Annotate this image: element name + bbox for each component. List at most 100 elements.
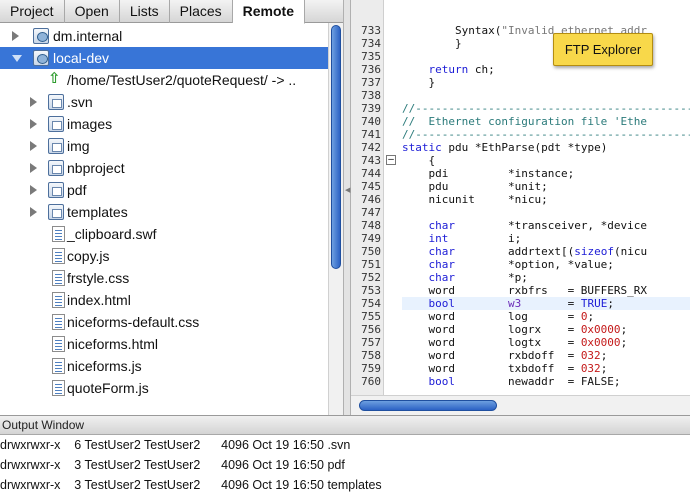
code-line[interactable]: word rxbdoff = 032; bbox=[402, 349, 607, 362]
code-line[interactable]: char *transceiver, *device bbox=[402, 219, 647, 232]
code-line[interactable]: nicunit *nicu; bbox=[402, 193, 547, 206]
code-token: word rxbfrs = BUFFERS_RX bbox=[402, 284, 648, 297]
code-line[interactable]: pdi *instance; bbox=[402, 167, 574, 180]
tree-file-row[interactable]: quoteForm.js bbox=[0, 377, 328, 399]
tree-folder-row[interactable]: pdf bbox=[0, 179, 328, 201]
tree-folder-row[interactable]: templates bbox=[0, 201, 328, 223]
code-token: ; bbox=[607, 297, 614, 310]
disclosure-closed-icon[interactable] bbox=[30, 163, 37, 173]
disclosure-closed-icon[interactable] bbox=[30, 97, 37, 107]
remote-file-tree: dm.internal local-dev ⇧ /home/TestUser2/quo… bbox=[0, 25, 328, 415]
code-line[interactable]: //--------------------------------------… bbox=[402, 128, 690, 141]
code-line[interactable]: char *p; bbox=[402, 271, 527, 284]
code-line[interactable]: word rxbfrs = BUFFERS_RX bbox=[402, 284, 647, 297]
disclosure-closed-icon[interactable] bbox=[30, 185, 37, 195]
tab-lists[interactable]: Lists bbox=[120, 0, 170, 23]
file-icon bbox=[52, 380, 65, 396]
code-line[interactable]: word logrx = 0x0000; bbox=[402, 323, 627, 336]
editor-horizontal-scrollbar[interactable] bbox=[351, 395, 690, 415]
tree-folder-row[interactable]: nbproject bbox=[0, 157, 328, 179]
tree-file-row[interactable]: niceforms.js bbox=[0, 355, 328, 377]
code-token: } bbox=[402, 76, 436, 89]
output-line: drwxrwxr-x 3 TestUser2 TestUser2 4096 Oc… bbox=[0, 478, 382, 492]
tree-file-row[interactable]: copy.js bbox=[0, 245, 328, 267]
disclosure-closed-icon[interactable] bbox=[30, 119, 37, 129]
tree-item-label: copy.js bbox=[67, 248, 110, 264]
fold-collapse-icon[interactable]: – bbox=[386, 155, 396, 165]
code-line[interactable]: bool w3 = TRUE; bbox=[402, 297, 690, 310]
code-line[interactable]: char *option, *value; bbox=[402, 258, 614, 271]
tab-open[interactable]: Open bbox=[65, 0, 120, 23]
code-token: word rxbdoff = bbox=[402, 349, 581, 362]
code-line[interactable]: //--------------------------------------… bbox=[402, 102, 690, 115]
tree-file-row[interactable]: frstyle.css bbox=[0, 267, 328, 289]
line-number: 741 bbox=[361, 128, 381, 141]
fold-column bbox=[384, 0, 398, 395]
code-line[interactable]: return ch; bbox=[402, 63, 495, 76]
line-number: 758 bbox=[361, 349, 381, 362]
disclosure-closed-icon[interactable] bbox=[30, 141, 37, 151]
code-line[interactable]: char addrtext[(sizeof(nicu bbox=[402, 245, 647, 258]
code-token: ; bbox=[620, 336, 628, 349]
code-line[interactable]: int i; bbox=[402, 232, 521, 245]
panel-splitter[interactable]: ◀ bbox=[343, 0, 351, 415]
code-token: 032 bbox=[580, 349, 601, 362]
splitter-grip-icon: ◀ bbox=[345, 187, 351, 194]
code-line[interactable]: { bbox=[402, 154, 435, 167]
code-line[interactable]: } bbox=[402, 37, 462, 50]
code-line[interactable]: word txbdoff = 032; bbox=[402, 362, 607, 375]
code-token: bool bbox=[402, 375, 455, 388]
tree-file-row[interactable]: niceforms.html bbox=[0, 333, 328, 355]
tree-folder-row[interactable]: img bbox=[0, 135, 328, 157]
tree-folder-row[interactable]: dm.internal bbox=[0, 25, 328, 47]
code-token: ; bbox=[600, 349, 608, 362]
line-number: 744 bbox=[361, 167, 381, 180]
code-token: bool bbox=[402, 297, 455, 310]
tree-item-label: templates bbox=[67, 204, 128, 220]
code-line[interactable]: } bbox=[402, 76, 435, 89]
tab-places[interactable]: Places bbox=[170, 0, 233, 23]
tab-remote[interactable]: Remote bbox=[232, 0, 306, 24]
line-number: 757 bbox=[361, 336, 381, 349]
code-line[interactable]: pdu *unit; bbox=[402, 180, 547, 193]
tree-file-row[interactable]: ⇧ /home/TestUser2/quoteRequest/ -> .. bbox=[0, 69, 328, 91]
tree-item-label: /home/TestUser2/quoteRequest/ -> .. bbox=[67, 72, 297, 88]
code-token: char bbox=[402, 245, 455, 258]
line-number: 734 bbox=[361, 37, 381, 50]
code-token: *option, *value; bbox=[454, 258, 614, 271]
code-line[interactable]: static pdu *EthParse(pdt *type) bbox=[402, 141, 607, 154]
code-token: char bbox=[402, 219, 455, 232]
code-token: 0x0000 bbox=[580, 323, 621, 336]
tree-vertical-scrollbar[interactable] bbox=[328, 23, 343, 415]
tree-item-label: quoteForm.js bbox=[67, 380, 149, 396]
tree-item-label: niceforms.html bbox=[67, 336, 159, 352]
tree-folder-row[interactable]: .svn bbox=[0, 91, 328, 113]
output-line: drwxrwxr-x 6 TestUser2 TestUser2 4096 Oc… bbox=[0, 438, 351, 452]
code-line[interactable]: bool newaddr = FALSE; bbox=[402, 375, 620, 388]
line-number: 752 bbox=[361, 271, 381, 284]
folder-icon bbox=[48, 160, 64, 176]
code-token: } bbox=[402, 37, 462, 50]
line-number: 749 bbox=[361, 232, 381, 245]
tree-file-row[interactable]: index.html bbox=[0, 289, 328, 311]
code-line[interactable]: word logtx = 0x0000; bbox=[402, 336, 627, 349]
line-number: 760 bbox=[361, 375, 381, 388]
line-number: 735 bbox=[361, 50, 381, 63]
panel-tab-bar: Project Open Lists Places Remote bbox=[0, 0, 343, 24]
code-token: // Ethernet configuration file 'Ethe bbox=[402, 115, 648, 128]
disclosure-closed-icon[interactable] bbox=[12, 31, 19, 41]
tree-file-row[interactable]: _clipboard.swf bbox=[0, 223, 328, 245]
tab-project[interactable]: Project bbox=[0, 0, 65, 23]
tree-folder-row[interactable]: images bbox=[0, 113, 328, 135]
tree-scroll-thumb[interactable] bbox=[331, 25, 341, 269]
line-number: 742 bbox=[361, 141, 381, 154]
code-token: ; bbox=[600, 362, 608, 375]
disclosure-closed-icon[interactable] bbox=[30, 207, 37, 217]
code-line[interactable]: word log = 0; bbox=[402, 310, 594, 323]
code-line[interactable]: // Ethernet configuration file 'Ethe bbox=[402, 115, 647, 128]
disclosure-open-icon[interactable] bbox=[12, 55, 22, 62]
tree-file-row[interactable]: niceforms-default.css bbox=[0, 311, 328, 333]
tree-folder-row[interactable]: local-dev bbox=[0, 47, 328, 69]
line-number: 753 bbox=[361, 284, 381, 297]
editor-scroll-thumb[interactable] bbox=[359, 400, 497, 411]
